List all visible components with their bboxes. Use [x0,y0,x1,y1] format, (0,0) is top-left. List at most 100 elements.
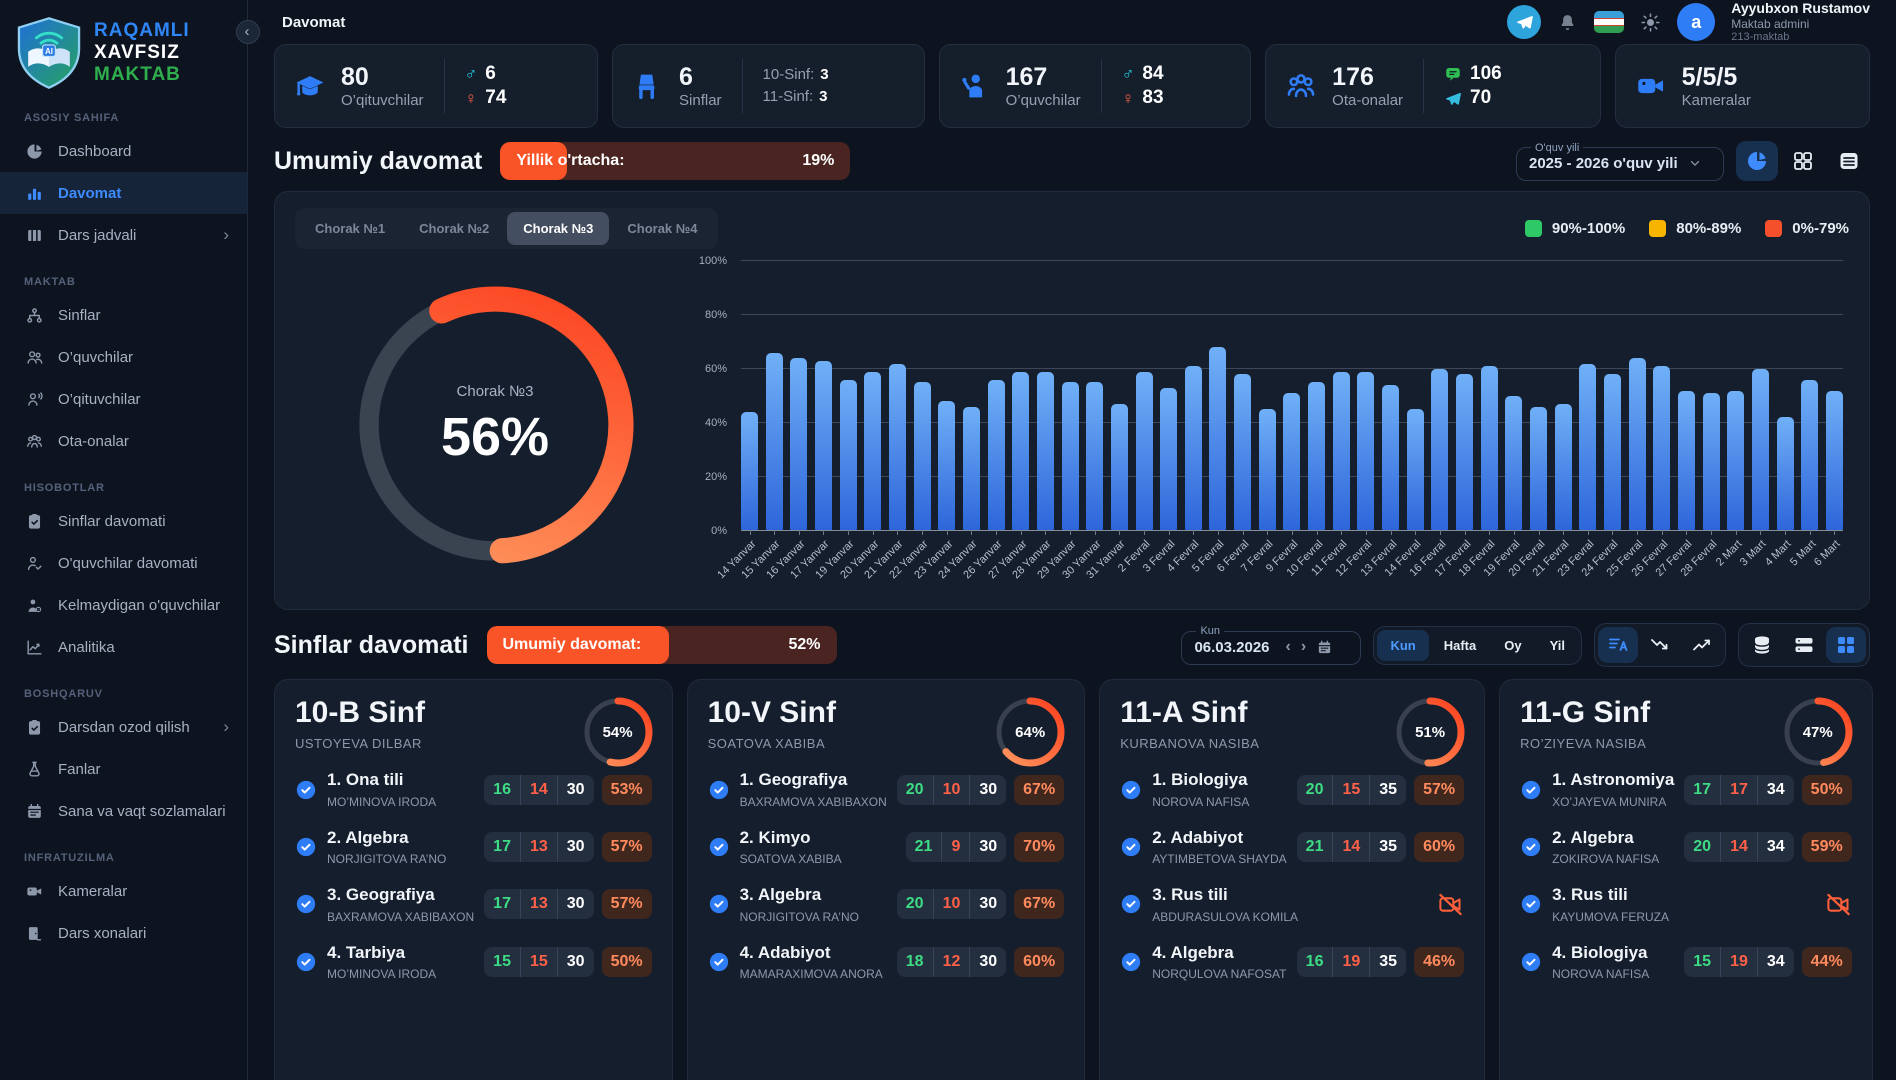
school-year-select[interactable]: O'quv yili 2025 - 2026 o'quv yili [1516,142,1724,181]
bar-27-yanvar: 27 Yanvar [1012,261,1029,530]
sidebar-collapse-button[interactable]: ‹ [236,20,260,44]
tab-chorak-3[interactable]: Chorak №3 [507,212,609,245]
sidebar-item-analitika[interactable]: Analitika [0,626,247,668]
chevron-left-icon[interactable]: ‹ [1286,638,1291,656]
tab-chorak-1[interactable]: Chorak №1 [299,212,401,245]
stat-card-sinflar: 6Sinflar10-Sinf:311-Sinf:3 [612,44,925,128]
sidebar-item-o-quvchilar-davomati[interactable]: O'quvchilar davomati [0,542,247,584]
sidebar-item-dars-jadvali[interactable]: Dars jadvali› [0,214,247,256]
present-count: 17 [484,889,520,919]
attendance-counts: 211435 [1297,832,1406,862]
uzbekistan-flag-icon[interactable] [1594,11,1624,33]
overall-title: Umumiy davomat [274,147,482,176]
total-count: 35 [1369,832,1406,862]
donut-label: Chorak №3 [441,383,549,400]
chevron-right-icon[interactable]: › [1301,638,1306,656]
sidebar-item-darsdan-ozod-qilish[interactable]: Darsdan ozod qilish› [0,706,247,748]
calendar-icon[interactable] [1316,639,1333,656]
female-icon: ♀ [465,88,478,110]
legend-item: 90%-100% [1525,220,1625,237]
list-db-icon [1750,633,1774,657]
bar [1727,391,1744,531]
period-tab-oy[interactable]: Oy [1491,630,1534,661]
flask-icon [24,759,44,779]
sidebar-item-label: O’qituvchilar [58,391,141,408]
sidebar-item-kelmaydigan-o-quvchilar[interactable]: Kelmaydigan o'quvchilar [0,584,247,626]
bar [889,364,906,531]
bar-17-yanvar: 17 Yanvar [815,261,832,530]
sidebar-nav: ASOSIY SAHIFADashboardDavomatDars jadval… [0,112,247,954]
notifications-bell-icon[interactable] [1557,12,1578,33]
sidebar-item-sana-va-vaqt-sozlamalari[interactable]: Sana va vaqt sozlamalari [0,790,247,832]
y-tick-label: 80% [705,309,727,321]
divider [1423,59,1424,113]
period-tab-yil[interactable]: Yil [1537,630,1578,661]
sidebar-item-o-quvchilar[interactable]: O’quvchilar [0,336,247,378]
bar-23-yanvar: 23 Yanvar [938,261,955,530]
bar [741,412,758,530]
lesson-row: 1. GeografiyaBAXRAMOVA XABIBAXON20103067… [708,770,1065,808]
lesson-percent: 67% [1014,775,1064,805]
page-title: Davomat [282,14,345,31]
sidebar-item-label: Dars jadvali [58,227,136,244]
attendance-counts: 201030 [897,889,1006,919]
quarter-donut: Chorak №3 56% [295,270,695,580]
sort-desc-button[interactable] [1640,627,1680,663]
clipboard-check-icon [24,511,44,531]
sidebar-item-davomat[interactable]: Davomat [0,172,247,214]
user-role: Maktab admini [1731,17,1870,31]
total-count: 34 [1757,775,1794,805]
period-tab-kun[interactable]: Kun [1377,630,1428,661]
topbar: Davomat a Ayyubxon Rustamov Maktab admin… [274,0,1870,44]
telegram-icon[interactable] [1507,5,1541,39]
bar-7-fevral: 7 Fevral [1259,261,1276,530]
attendance-counts: 161935 [1297,947,1406,977]
theme-sun-icon[interactable] [1640,12,1661,33]
sidebar-item-sinflar[interactable]: Sinflar [0,294,247,336]
female-icon: ♀ [1122,88,1135,110]
sidebar-item-fanlar[interactable]: Fanlar [0,748,247,790]
bar-26-fevral: 26 Fevral [1653,261,1670,530]
sidebar-item-dars-xonalari[interactable]: Dars xonalari [0,912,247,954]
grid-view-button[interactable] [1782,141,1824,181]
female-count: 74 [485,86,506,111]
sidebar-item-ota-onalar[interactable]: Ota-onalar [0,420,247,462]
period-tabs: KunHaftaOyYil [1373,626,1582,665]
lesson-name: 3. Algebra [740,885,859,905]
attendance-counts: 201030 [897,775,1006,805]
app: ‹ AI RAQAMLI XAVFSIZ MAKTAB ASOSIY SAHIF… [0,0,1896,1080]
list-view-button[interactable] [1828,141,1870,181]
bar [1530,407,1547,531]
lesson-row: 3. GeografiyaBAXRAMOVA XABIBAXON17133057… [295,885,652,923]
bar [1382,385,1399,530]
sidebar-item-o-qituvchilar[interactable]: O’qituvchilar [0,378,247,420]
absent-count: 13 [520,889,557,919]
sort-asc-button[interactable] [1682,627,1722,663]
period-tab-hafta[interactable]: Hafta [1431,630,1490,661]
day-picker[interactable]: Kun 06.03.2026 ‹ › [1181,625,1361,665]
bar-22-yanvar: 22 Yanvar [914,261,931,530]
list-display-button[interactable] [1742,627,1782,663]
rows-icon [1792,633,1816,657]
sort-button[interactable] [1598,627,1638,663]
grid-display-button[interactable] [1826,627,1866,663]
bar [1604,374,1621,530]
bar-10-fevral: 10 Fevral [1308,261,1325,530]
lesson-teacher: NOROVA NAFISA [1152,795,1249,809]
donut-view-button[interactable] [1736,141,1778,181]
absent-count: 15 [1332,775,1369,805]
attendance-counts: 151934 [1684,947,1793,977]
sidebar-item-dashboard[interactable]: Dashboard [0,130,247,172]
tab-chorak-4[interactable]: Chorak №4 [611,212,713,245]
tab-chorak-2[interactable]: Chorak №2 [403,212,505,245]
sidebar-item-sinflar-davomati[interactable]: Sinflar davomati [0,500,247,542]
line-chart-icon [24,637,44,657]
sidebar-item-kameralar[interactable]: Kameralar [0,870,247,912]
lesson-name: 2. Algebra [1552,828,1659,848]
rows-display-button[interactable] [1784,627,1824,663]
bar-21-fevral: 21 Fevral [1555,261,1572,530]
bar [1308,382,1325,530]
bar-29-yanvar: 29 Yanvar [1062,261,1079,530]
sms-icon [1444,65,1462,83]
avatar[interactable]: a [1677,3,1715,41]
